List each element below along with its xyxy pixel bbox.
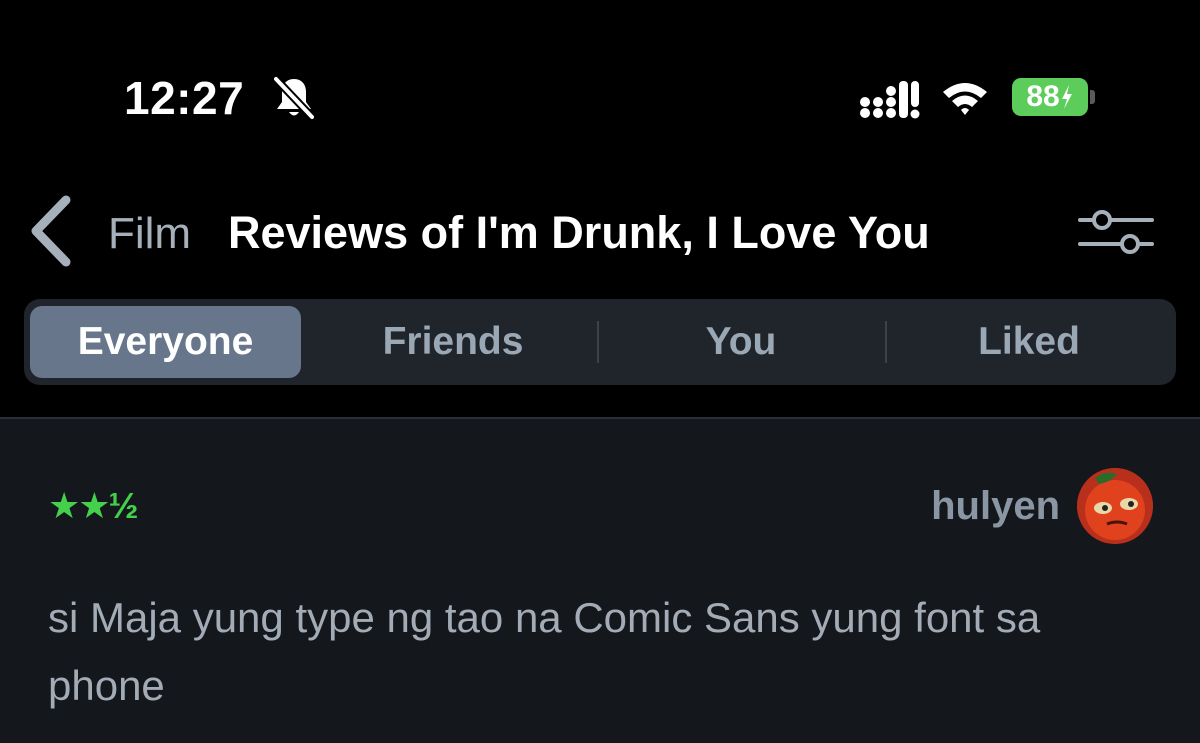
tab-liked[interactable]: Liked — [887, 306, 1171, 378]
review-username[interactable]: hulyen — [931, 482, 1060, 530]
app-screen: 12:27 88 Film Reviews of I'm Drunk, I Lo… — [0, 0, 1200, 743]
review-filter-tabs: Everyone Friends You Liked — [24, 299, 1176, 385]
page-title: Reviews of I'm Drunk, I Love You — [228, 207, 930, 258]
bell-slash-icon — [273, 76, 315, 120]
battery-cap — [1090, 90, 1095, 104]
star-rating: ★★½ — [48, 485, 139, 526]
chevron-left-icon[interactable] — [26, 194, 76, 268]
nav-back-label[interactable]: Film — [108, 207, 191, 261]
tab-friends[interactable]: Friends — [311, 306, 595, 378]
cellular-signal-icon — [860, 81, 920, 119]
status-time: 12:27 — [124, 72, 245, 124]
charging-bolt-icon — [1061, 85, 1072, 109]
wifi-icon — [943, 83, 987, 115]
review-text: si Maja yung type ng tao na Comic Sans y… — [48, 594, 1041, 709]
avatar[interactable] — [1077, 468, 1153, 544]
tab-everyone[interactable]: Everyone — [30, 306, 301, 378]
battery-level: 88 — [1026, 80, 1060, 113]
sliders-icon[interactable] — [1076, 206, 1156, 258]
battery-indicator: 88 — [1012, 78, 1088, 116]
tab-you[interactable]: You — [599, 306, 883, 378]
